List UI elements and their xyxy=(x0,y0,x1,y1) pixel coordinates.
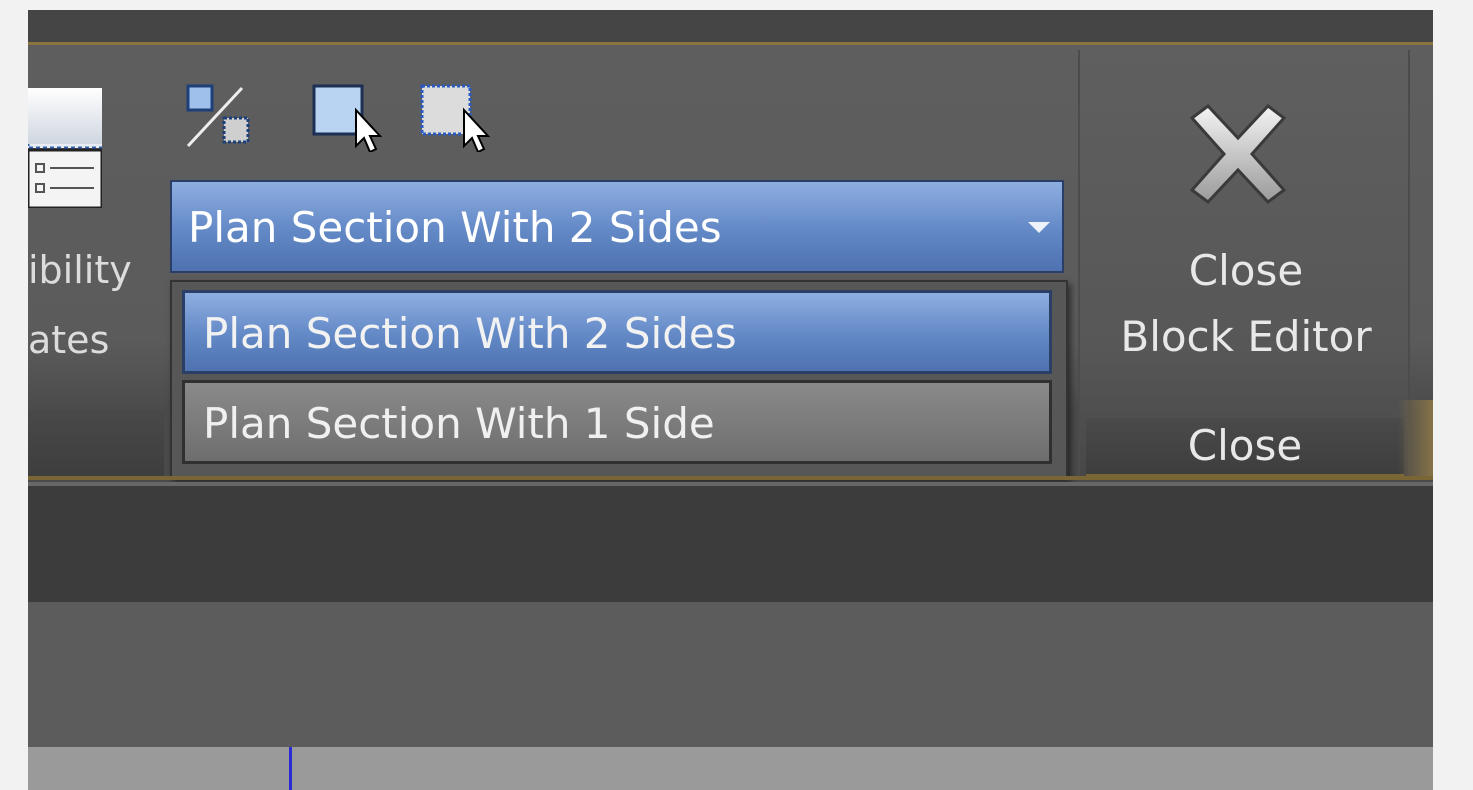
file-tab-strip[interactable] xyxy=(28,747,1433,790)
visibility-state-dropdown[interactable]: Plan Section With 2 Sides xyxy=(170,180,1064,273)
visibility-mode-icon[interactable] xyxy=(184,80,256,152)
ribbon-bottom-border xyxy=(28,476,1433,480)
chevron-down-icon[interactable] xyxy=(1028,222,1050,233)
dropdown-option-1-side[interactable]: Plan Section With 1 Side xyxy=(182,380,1052,464)
command-strip xyxy=(28,482,1433,602)
app-window: ibility ates Plan Section With 2 Sides P… xyxy=(28,10,1433,790)
close-panel: Close Block Editor Close xyxy=(1078,50,1410,480)
close-group-label: Close xyxy=(1086,418,1404,478)
ribbon-edge-glow xyxy=(1398,400,1433,480)
close-block-editor-button[interactable] xyxy=(1186,102,1290,206)
make-invisible-icon[interactable] xyxy=(418,80,491,154)
close-block-editor-label-line1[interactable]: Close xyxy=(1080,246,1412,296)
visibility-group-label-bar xyxy=(28,410,164,476)
visibility-state-options-list: Plan Section With 2 Sides Plan Section W… xyxy=(170,280,1068,478)
close-block-editor-label-line2[interactable]: Block Editor xyxy=(1080,312,1412,362)
close-icon xyxy=(1189,103,1287,205)
drawing-area[interactable] xyxy=(28,602,1433,747)
make-visible-icon[interactable] xyxy=(310,80,383,154)
visibility-state-selected-value: Plan Section With 2 Sides xyxy=(188,203,722,252)
ribbon: ibility ates Plan Section With 2 Sides P… xyxy=(28,10,1433,490)
text-cursor xyxy=(289,747,292,790)
visibility-states-label-line1[interactable]: ibility xyxy=(28,248,132,292)
visibility-states-label-line2[interactable]: ates xyxy=(28,318,109,362)
visibility-states-icon[interactable] xyxy=(28,86,104,210)
dropdown-option-2-sides[interactable]: Plan Section With 2 Sides xyxy=(182,290,1052,374)
ribbon-top-border xyxy=(28,42,1433,45)
